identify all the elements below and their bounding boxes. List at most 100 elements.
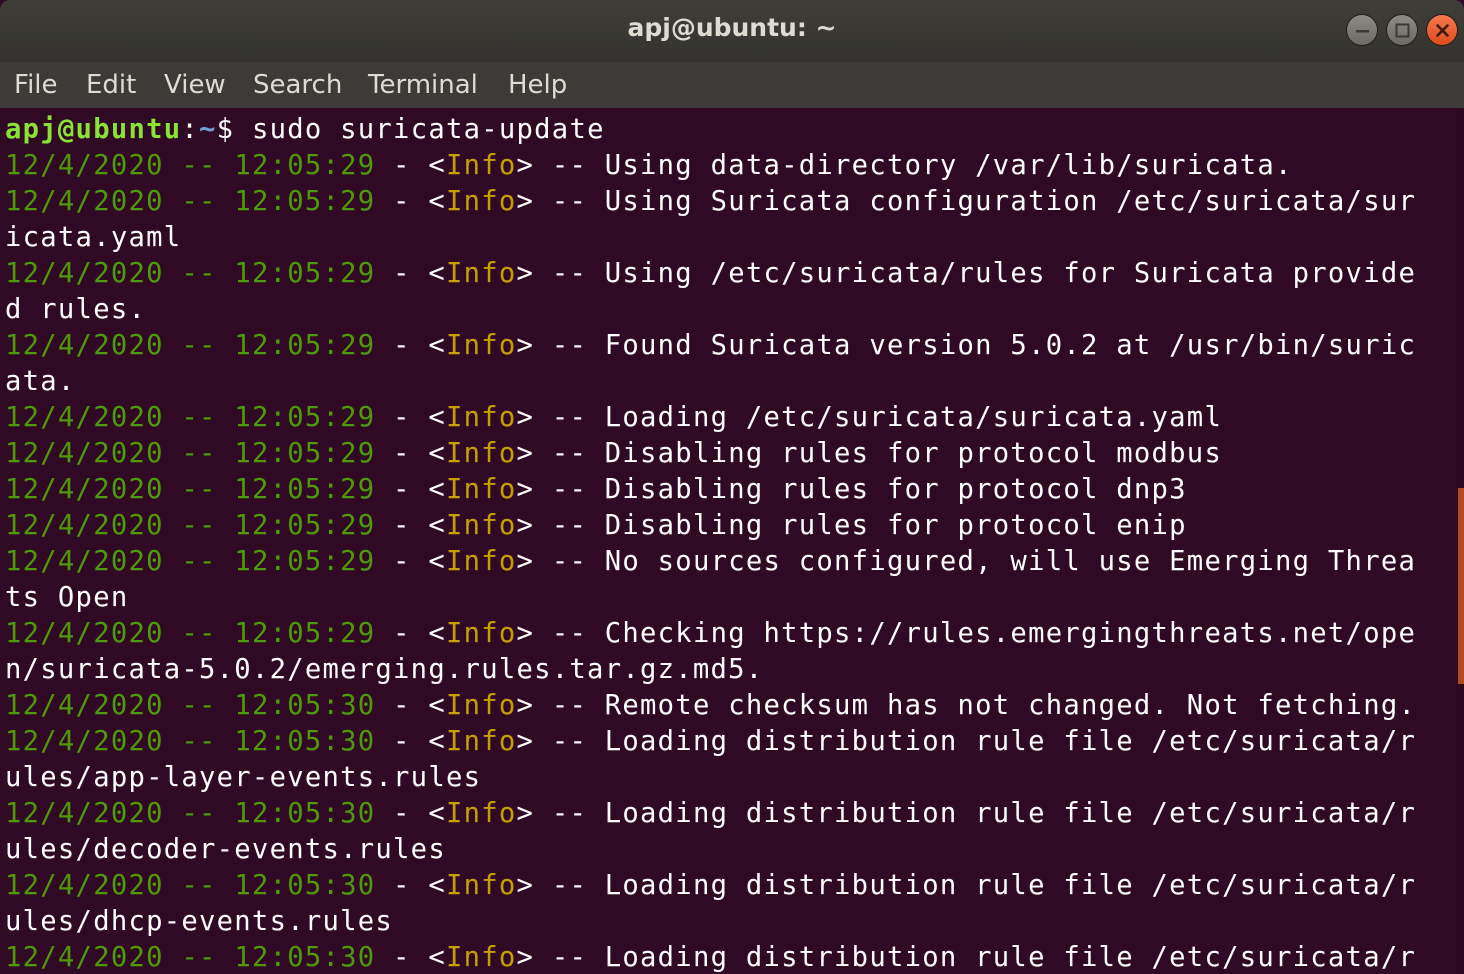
log-sep: -- bbox=[163, 726, 235, 757]
log-dash: - < bbox=[375, 618, 446, 649]
log-sep: -- bbox=[163, 150, 235, 181]
log-message: Loading distribution rule file /etc/suri… bbox=[604, 726, 1417, 757]
log-date: 12/4/2020 bbox=[5, 618, 164, 649]
log-date: 12/4/2020 bbox=[5, 546, 164, 577]
log-message: Loading distribution rule file /etc/suri… bbox=[604, 942, 1417, 973]
log-level: Info bbox=[445, 546, 517, 577]
log-dash: - < bbox=[375, 798, 446, 829]
log-dash: - < bbox=[375, 186, 446, 217]
terminal-window: apj@ubuntu: ~ File Edit View Search Term… bbox=[0, 0, 1464, 974]
log-line: 12/4/2020 -- 12:05:29 - <Info> -- Using … bbox=[5, 184, 1416, 220]
log-sep: -- bbox=[163, 438, 235, 469]
maximize-icon bbox=[1395, 23, 1410, 38]
log-dash: - < bbox=[375, 438, 446, 469]
close-button[interactable] bbox=[1426, 14, 1458, 46]
log-dash: - < bbox=[375, 474, 446, 505]
log-date: 12/4/2020 bbox=[5, 438, 164, 469]
log-date: 12/4/2020 bbox=[5, 726, 164, 757]
minimize-button[interactable] bbox=[1346, 14, 1378, 46]
log-level: Info bbox=[445, 150, 517, 181]
log-message: Using /etc/suricata/rules for Suricata p… bbox=[604, 258, 1417, 289]
log-level: Info bbox=[445, 726, 517, 757]
menu-terminal[interactable]: Terminal bbox=[368, 70, 478, 100]
log-level-close: > -- bbox=[516, 474, 605, 505]
log-line: 12/4/2020 -- 12:05:29 - <Info> -- Using … bbox=[5, 256, 1416, 292]
log-level-close: > -- bbox=[516, 618, 605, 649]
log-level-close: > -- bbox=[516, 798, 605, 829]
log-line: 12/4/2020 -- 12:05:29 - <Info> -- Loadin… bbox=[5, 400, 1222, 436]
log-level-close: > -- bbox=[516, 258, 605, 289]
log-line-continuation: ules/decoder-events.rules bbox=[5, 834, 446, 865]
log-sep: -- bbox=[163, 402, 235, 433]
terminal-output[interactable]: apj@ubuntu:~$ sudo suricata-update 12/4/… bbox=[0, 108, 1456, 974]
log-message: Disabling rules for protocol dnp3 bbox=[604, 474, 1187, 505]
log-level-close: > -- bbox=[516, 186, 605, 217]
log-date: 12/4/2020 bbox=[5, 870, 164, 901]
log-line: 12/4/2020 -- 12:05:30 - <Info> -- Loadin… bbox=[5, 724, 1416, 760]
log-time: 12:05:29 bbox=[234, 474, 376, 505]
log-line: 12/4/2020 -- 12:05:29 - <Info> -- Found … bbox=[5, 328, 1416, 364]
log-line-continuation: ules/app-layer-events.rules bbox=[5, 762, 482, 793]
log-sep: -- bbox=[163, 942, 235, 973]
log-dash: - < bbox=[375, 510, 446, 541]
log-time: 12:05:29 bbox=[234, 618, 376, 649]
log-level: Info bbox=[445, 186, 517, 217]
log-line: 12/4/2020 -- 12:05:30 - <Info> -- Remote… bbox=[5, 688, 1416, 724]
log-level: Info bbox=[445, 690, 517, 721]
scrollbar-thumb[interactable] bbox=[1458, 488, 1464, 684]
log-message: Found Suricata version 5.0.2 at /usr/bin… bbox=[604, 330, 1417, 361]
log-level: Info bbox=[445, 942, 517, 973]
log-time: 12:05:29 bbox=[234, 402, 376, 433]
log-sep: -- bbox=[163, 330, 235, 361]
log-sep: -- bbox=[163, 618, 235, 649]
log-date: 12/4/2020 bbox=[5, 402, 164, 433]
log-level-close: > -- bbox=[516, 438, 605, 469]
log-sep: -- bbox=[163, 510, 235, 541]
log-time: 12:05:29 bbox=[234, 186, 376, 217]
log-sep: -- bbox=[163, 870, 235, 901]
log-line-continuation: ts Open bbox=[5, 582, 129, 613]
log-line-continuation: ules/dhcp-events.rules bbox=[5, 906, 394, 937]
menu-file[interactable]: File bbox=[14, 70, 58, 100]
log-time: 12:05:29 bbox=[234, 438, 376, 469]
menu-help[interactable]: Help bbox=[508, 70, 567, 100]
log-message: Loading distribution rule file /etc/suri… bbox=[604, 870, 1417, 901]
log-level: Info bbox=[445, 474, 517, 505]
log-line-continuation: d rules. bbox=[5, 294, 147, 325]
maximize-button[interactable] bbox=[1386, 14, 1418, 46]
log-message: Disabling rules for protocol enip bbox=[604, 510, 1187, 541]
log-dash: - < bbox=[375, 330, 446, 361]
log-sep: -- bbox=[163, 798, 235, 829]
log-sep: -- bbox=[163, 474, 235, 505]
log-time: 12:05:29 bbox=[234, 150, 376, 181]
log-level: Info bbox=[445, 870, 517, 901]
log-message: Loading distribution rule file /etc/suri… bbox=[604, 798, 1417, 829]
log-dash: - < bbox=[375, 690, 446, 721]
log-level: Info bbox=[445, 402, 517, 433]
log-dash: - < bbox=[375, 726, 446, 757]
menu-view[interactable]: View bbox=[164, 70, 226, 100]
log-level-close: > -- bbox=[516, 510, 605, 541]
log-date: 12/4/2020 bbox=[5, 330, 164, 361]
log-date: 12/4/2020 bbox=[5, 798, 164, 829]
log-date: 12/4/2020 bbox=[5, 474, 164, 505]
prompt-path: ~ bbox=[199, 114, 217, 145]
log-date: 12/4/2020 bbox=[5, 186, 164, 217]
menu-edit[interactable]: Edit bbox=[86, 70, 136, 100]
log-time: 12:05:30 bbox=[234, 870, 376, 901]
menu-search[interactable]: Search bbox=[253, 70, 342, 100]
log-message: Loading /etc/suricata/suricata.yaml bbox=[604, 402, 1223, 433]
log-level: Info bbox=[445, 510, 517, 541]
log-time: 12:05:30 bbox=[234, 942, 376, 973]
log-line-continuation: icata.yaml bbox=[5, 222, 182, 253]
log-sep: -- bbox=[163, 258, 235, 289]
log-line: 12/4/2020 -- 12:05:29 - <Info> -- Checki… bbox=[5, 616, 1416, 652]
log-message: No sources configured, will use Emerging… bbox=[604, 546, 1417, 577]
log-dash: - < bbox=[375, 546, 446, 577]
log-level: Info bbox=[445, 258, 517, 289]
prompt-separator: : bbox=[181, 114, 200, 145]
title-bar[interactable]: apj@ubuntu: ~ bbox=[0, 0, 1464, 62]
log-line: 12/4/2020 -- 12:05:30 - <Info> -- Loadin… bbox=[5, 868, 1416, 904]
log-time: 12:05:29 bbox=[234, 330, 376, 361]
log-level-close: > -- bbox=[516, 726, 605, 757]
